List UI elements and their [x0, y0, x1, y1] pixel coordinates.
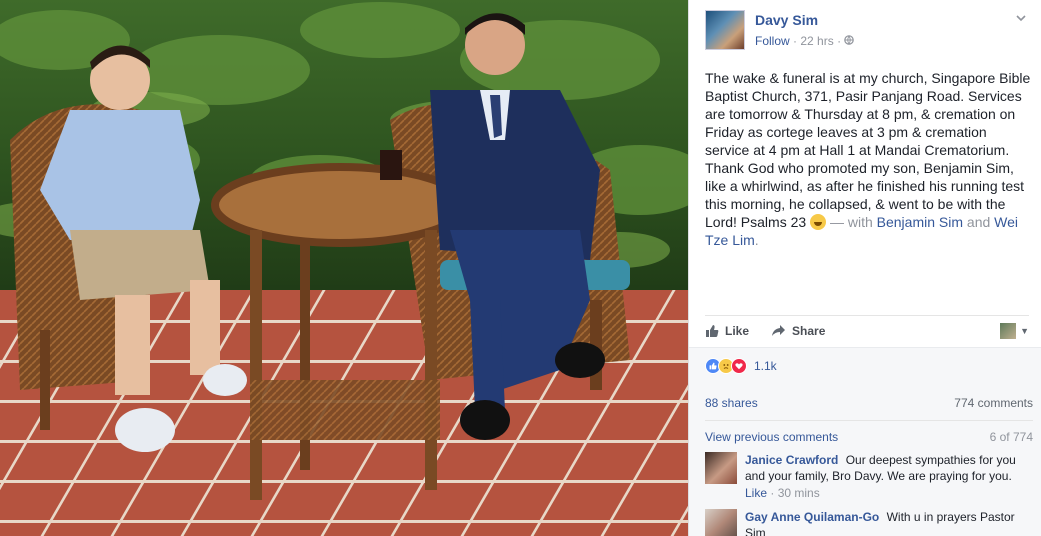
reactions-summary[interactable]: 1.1k — [705, 358, 777, 374]
share-label: Share — [792, 323, 826, 338]
thumbs-up-icon — [706, 324, 719, 337]
post-photo[interactable] — [0, 0, 688, 536]
post-side-panel: Davy Sim Follow · 22 hrs · The wake & fu… — [688, 0, 1041, 536]
post-actions: Like Share ▼ — [705, 315, 1029, 345]
commenter-name[interactable]: Gay Anne Quilaman-Go — [745, 510, 883, 524]
comment-item: Janice Crawford Our deepest sympathies f… — [705, 452, 1033, 500]
author-name[interactable]: Davy Sim — [755, 12, 818, 28]
view-previous-comments-link[interactable]: View previous comments — [705, 430, 838, 444]
meta-separator-3: · — [770, 486, 778, 500]
post-meta: Follow · 22 hrs · — [755, 34, 855, 48]
commenter-name[interactable]: Janice Crawford — [745, 453, 842, 467]
share-button[interactable]: Share — [771, 324, 825, 338]
comment-meta: Like · 30 mins — [745, 486, 1033, 500]
photo-illustration — [0, 0, 688, 536]
follow-link[interactable]: Follow — [755, 34, 790, 48]
and-text: and — [966, 214, 991, 230]
reactions-count: 1.1k — [754, 359, 777, 373]
like-button[interactable]: Like — [705, 324, 749, 338]
divider — [705, 420, 1033, 421]
love-reaction-icon — [731, 358, 747, 374]
comment-like-link[interactable]: Like — [745, 486, 767, 500]
like-label: Like — [725, 323, 750, 338]
post-time[interactable]: 22 hrs — [800, 34, 833, 48]
shares-count[interactable]: 88 shares — [705, 396, 758, 416]
commenter-avatar[interactable] — [705, 452, 737, 484]
previous-comments-row: View previous comments 6 of 774 — [705, 430, 1033, 444]
laughing-emoji-icon — [810, 214, 827, 230]
comment-item: Gay Anne Quilaman-Go With u in prayers P… — [705, 509, 1033, 536]
facebook-photo-viewer: Davy Sim Follow · 22 hrs · The wake & fu… — [0, 0, 1041, 536]
engagement-row: 88 shares 774 comments — [705, 396, 1033, 416]
viewer-avatar — [1000, 322, 1017, 339]
comments-position: 6 of 774 — [989, 430, 1033, 444]
post-period: . — [754, 232, 759, 248]
globe-icon — [844, 34, 855, 48]
post-header: Davy Sim Follow · 22 hrs · — [705, 8, 1031, 54]
with-text: — with — [829, 214, 873, 230]
caret-down-icon: ▼ — [1020, 325, 1029, 336]
comment-content: Gay Anne Quilaman-Go With u in prayers P… — [745, 509, 1033, 536]
post-text: The wake & funeral is at my church, Sing… — [705, 69, 1031, 249]
comment-time[interactable]: 30 mins — [778, 486, 820, 500]
comments-count[interactable]: 774 comments — [954, 396, 1033, 416]
share-arrow-icon — [772, 325, 786, 336]
commenter-avatar[interactable] — [705, 509, 737, 536]
post-body: The wake & funeral is at my church, Sing… — [705, 70, 1031, 230]
chevron-down-icon[interactable] — [1015, 12, 1029, 26]
post-as-selector[interactable]: ▼ — [1000, 322, 1029, 339]
author-avatar[interactable] — [705, 10, 745, 50]
reactions-and-comments: 1.1k 88 shares 774 comments View previou… — [689, 347, 1041, 536]
comment-content: Janice Crawford Our deepest sympathies f… — [745, 452, 1033, 500]
tag-benjamin-sim[interactable]: Benjamin Sim — [877, 214, 963, 230]
